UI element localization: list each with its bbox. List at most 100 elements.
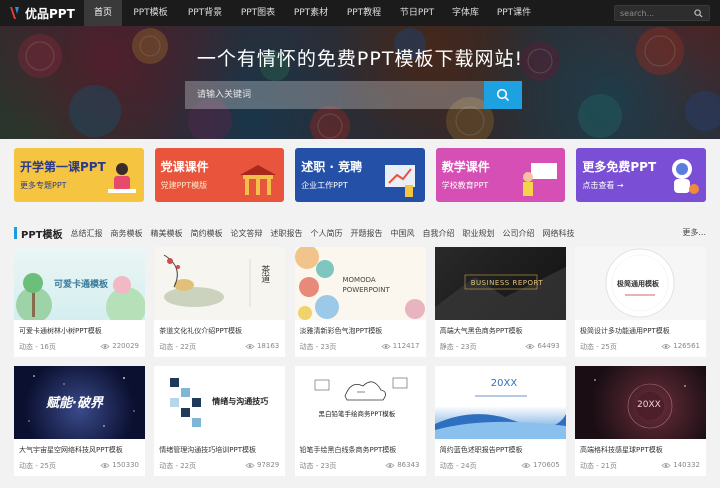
template-title[interactable]: 情绪管理沟通技巧培训PPT模板	[159, 445, 256, 455]
nav-item-ppt-backgrounds[interactable]: PPT背景	[179, 0, 231, 26]
category-item[interactable]: 中国风	[390, 228, 414, 239]
category-item[interactable]: 网络科技	[542, 228, 574, 239]
promo-banner-subtitle: 学校教育PPT	[441, 181, 489, 190]
promo-banner-teaching[interactable]: 教学课件 学校教育PPT	[435, 148, 566, 202]
nav-item-ppt-tutorials[interactable]: PPT教程	[337, 0, 391, 26]
promo-banner-more-free[interactable]: 更多免费PPT 点击查看 →	[576, 148, 706, 202]
nav-search-input[interactable]	[615, 8, 691, 18]
template-thumbnail[interactable]: BUSINESS REPORT	[434, 247, 566, 320]
template-meta: 动态 - 21页	[580, 462, 617, 470]
category-item[interactable]: 述职报告	[270, 228, 302, 239]
view-count: 112417	[392, 342, 420, 350]
site-logo[interactable]: 优品PPT	[0, 0, 84, 26]
nav-item-fonts[interactable]: 字体库	[443, 0, 488, 26]
template-title[interactable]: 茶道文化礼仪介绍PPT模板	[159, 326, 242, 336]
template-thumbnail[interactable]: 黑白铅笔手绘商务PPT模板	[294, 366, 426, 439]
hero-search-button[interactable]	[484, 81, 522, 109]
search-icon[interactable]	[691, 6, 705, 20]
template-card[interactable]: 茶道 茶道文化礼仪介绍PPT模板 动态 - 22页 18163	[154, 247, 286, 357]
category-title[interactable]: PPT模板	[21, 226, 62, 241]
nav-item-ppt-materials[interactable]: PPT素材	[285, 0, 337, 26]
thumbnail-text: 情绪与沟通技巧	[212, 397, 269, 406]
category-item[interactable]: 自我介绍	[422, 228, 454, 239]
promo-banner-title: 党课课件	[160, 160, 209, 174]
template-thumbnail[interactable]: 20XX	[575, 366, 706, 439]
category-more-link[interactable]: 更多...	[682, 227, 706, 238]
eye-icon	[661, 343, 671, 349]
eye-icon	[661, 462, 671, 468]
template-meta: 静态 - 23页	[439, 343, 477, 351]
template-card[interactable]: 可爱卡通模板 可爱卡通树林小树PPT模板 动态 - 16页 220029	[14, 247, 145, 357]
eye-icon	[245, 462, 255, 468]
template-card[interactable]: 黑白铅笔手绘商务PPT模板 铅笔手绘黑白线条商务PPT模板 动态 - 23页 8…	[294, 366, 426, 476]
template-views: 126561	[661, 342, 700, 350]
nav-item-holiday-ppt[interactable]: 节日PPT	[391, 0, 443, 26]
template-views: 150330	[100, 461, 139, 469]
template-thumbnail[interactable]: 可爱卡通模板	[14, 247, 145, 320]
template-card[interactable]: 20XX 简约蓝色述职报告PPT模板 动态 - 24页 170605	[434, 366, 566, 476]
view-count: 97829	[256, 461, 280, 469]
category-item[interactable]: 总结汇报	[70, 228, 102, 239]
eye-icon	[381, 343, 391, 349]
eye-icon	[521, 462, 531, 468]
promo-banner-first-class[interactable]: 开学第一课PPT 更多专题PPT	[14, 148, 144, 202]
nav-item-home[interactable]: 首页	[84, 0, 122, 26]
building-illustration-icon	[240, 165, 277, 195]
template-views: 64493	[525, 342, 560, 350]
template-card[interactable]: 20XX 高端格科技感星球PPT模板 动态 - 21页 140332	[575, 366, 706, 476]
hero-search-bar	[185, 81, 522, 109]
promo-banner-party-course[interactable]: 党课课件 党建PPT模版	[154, 148, 285, 202]
template-title[interactable]: 高端格科技感星球PPT模板	[580, 445, 663, 455]
template-title[interactable]: 大气宇宙星空网络科技风PPT模板	[19, 445, 123, 455]
thumbnail-text: 黑白铅笔手绘商务PPT模板	[318, 410, 396, 418]
promo-banners: 开学第一课PPT 更多专题PPT 党课课件 党建PPT模版 述职 · 竞聘 企业…	[14, 148, 706, 202]
template-meta: 动态 - 22页	[159, 462, 197, 470]
category-item[interactable]: 开题报告	[350, 228, 382, 239]
category-item[interactable]: 个人简历	[310, 228, 342, 239]
promo-banner-subtitle: 企业工作PPT	[301, 181, 348, 190]
nav-item-ppt-templates[interactable]: PPT模板	[122, 0, 179, 26]
category-item[interactable]: 商务模板	[110, 228, 142, 239]
template-card[interactable]: 极简通用模板 极简设计多功能通用PPT模板 动态 - 25页 126561	[575, 247, 706, 357]
thumbnail-text: 可爱卡通模板	[54, 280, 109, 290]
template-card[interactable]: 赋能·破界 大气宇宙星空网络科技风PPT模板 动态 - 25页 150330	[14, 366, 145, 476]
category-item[interactable]: 精美模板	[150, 228, 182, 239]
template-title[interactable]: 淡雅清新彩色气泡PPT模板	[300, 326, 383, 336]
category-item[interactable]: 公司介绍	[502, 228, 534, 239]
nav-item-ppt-courseware[interactable]: PPT课件	[488, 0, 540, 26]
promo-banner-report-compete[interactable]: 述职 · 竞聘 企业工作PPT	[295, 148, 425, 202]
template-title[interactable]: 简约蓝色述职报告PPT模板	[440, 445, 523, 455]
template-meta: 动态 - 25页	[19, 462, 56, 470]
template-views: 170605	[521, 461, 560, 469]
template-card[interactable]: MOMODA POWERPOINT 淡雅清新彩色气泡PPT模板 动态 - 23页…	[294, 247, 426, 357]
eye-icon	[385, 462, 395, 468]
category-item[interactable]: 简约模板	[190, 228, 222, 239]
view-count: 64493	[537, 342, 560, 350]
logo-mark-icon	[10, 7, 19, 19]
thumbnail-text: 20XX	[637, 400, 661, 410]
view-count: 140332	[673, 461, 700, 469]
template-thumbnail[interactable]: 情绪与沟通技巧	[154, 366, 286, 439]
template-thumbnail[interactable]: 赋能·破界	[14, 366, 145, 439]
template-title[interactable]: 铅笔手绘黑白线条商务PPT模板	[300, 445, 397, 455]
thumbnail-text: 极简通用模板	[617, 280, 659, 288]
template-thumbnail[interactable]: 20XX	[434, 366, 566, 439]
template-meta: 动态 - 22页	[159, 343, 197, 351]
category-item[interactable]: 职业规划	[462, 228, 494, 239]
category-item[interactable]: 论文答辩	[230, 228, 262, 239]
teacher-illustration-icon	[523, 163, 558, 196]
template-card[interactable]: BUSINESS REPORT 高端大气黑色商务PPT模板 静态 - 23页 6…	[434, 247, 566, 357]
promo-banner-title: 开学第一课PPT	[20, 160, 106, 174]
template-title[interactable]: 可爱卡通树林小树PPT模板	[19, 326, 102, 336]
template-thumbnail[interactable]: 茶道	[154, 247, 286, 320]
nav-item-ppt-charts[interactable]: PPT图表	[231, 0, 285, 26]
template-title[interactable]: 极简设计多功能通用PPT模板	[580, 326, 670, 336]
eye-icon	[245, 343, 255, 349]
template-views: 86343	[385, 461, 420, 469]
template-thumbnail[interactable]: 极简通用模板	[575, 247, 706, 320]
template-thumbnail[interactable]: MOMODA POWERPOINT	[294, 247, 426, 320]
template-title[interactable]: 高端大气黑色商务PPT模板	[440, 326, 523, 336]
view-count: 150330	[112, 461, 139, 469]
hero-search-input[interactable]	[185, 81, 484, 109]
template-card[interactable]: 情绪与沟通技巧 情绪管理沟通技巧培训PPT模板 动态 - 22页 97829	[154, 366, 286, 476]
